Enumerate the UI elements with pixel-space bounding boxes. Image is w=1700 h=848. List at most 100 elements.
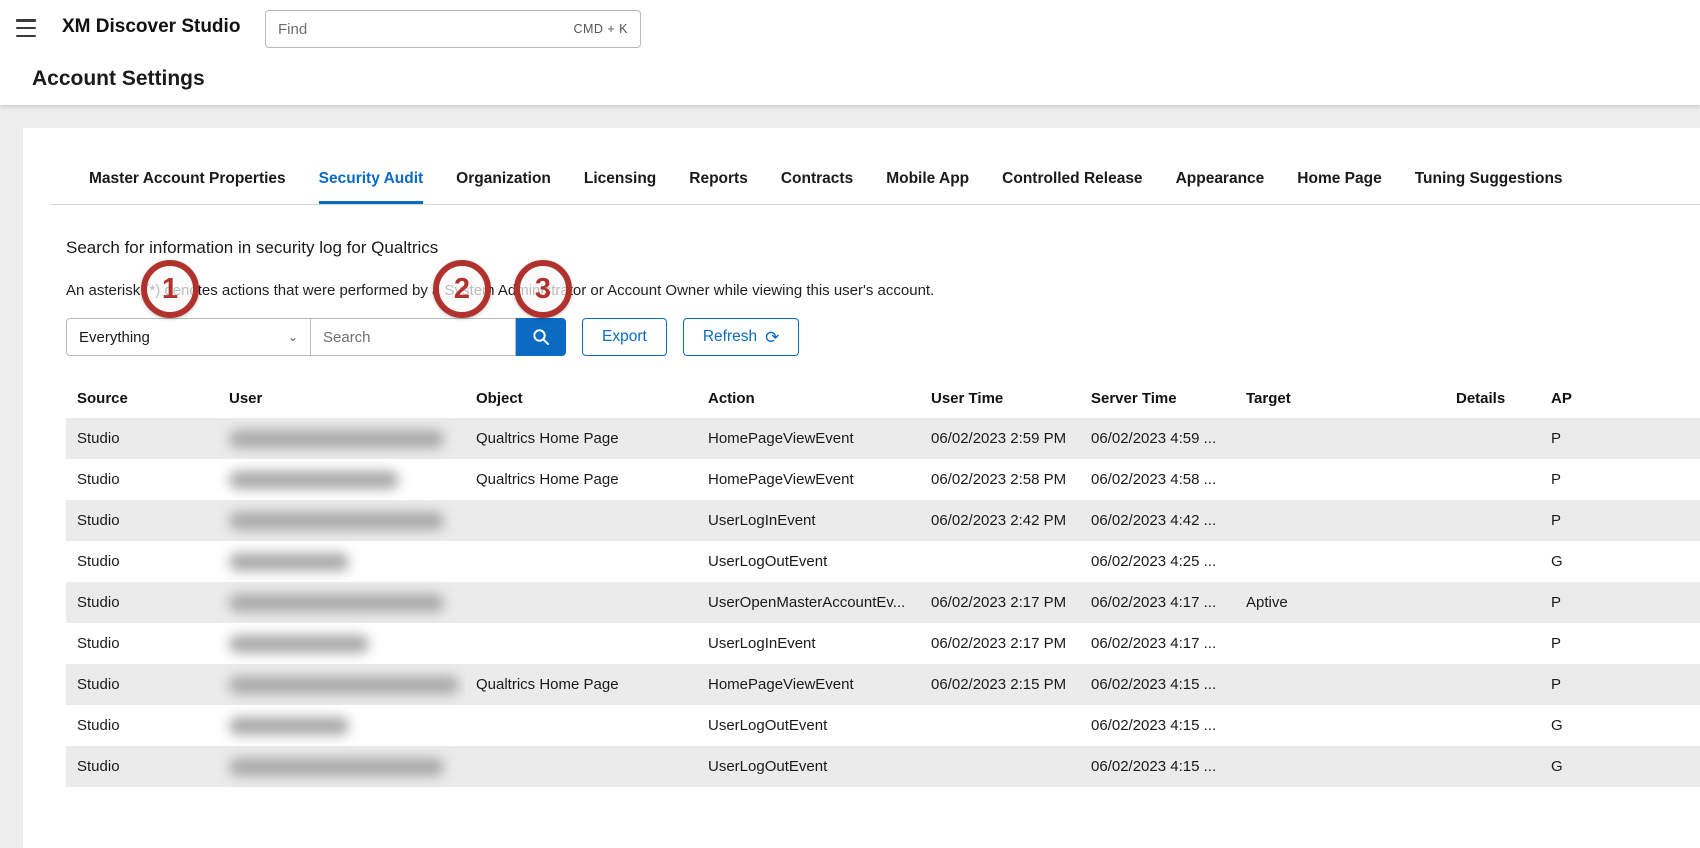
table-row: StudioUserLogOutEvent06/02/2023 4:15 ...… (66, 746, 1700, 787)
annotation-callout-3: 3 (514, 260, 572, 318)
hamburger-menu-icon[interactable] (16, 19, 36, 37)
redacted-user (229, 635, 369, 653)
refresh-icon: ⟳ (765, 329, 779, 346)
refresh-button-label: Refresh (703, 328, 757, 346)
cell-details (1445, 664, 1540, 705)
cell-server-time: 06/02/2023 4:15 ... (1080, 746, 1235, 787)
cell-target (1235, 746, 1445, 787)
cell-extra: G (1540, 705, 1700, 746)
cell-user-time: 06/02/2023 2:59 PM (920, 418, 1080, 459)
cell-details (1445, 705, 1540, 746)
section-note: An asterisk (*) denotes actions that wer… (66, 282, 1700, 299)
cell-source: Studio (66, 705, 218, 746)
cell-extra: G (1540, 541, 1700, 582)
redacted-user (229, 717, 349, 735)
tab-mobile-app[interactable]: Mobile App (886, 170, 969, 204)
export-button[interactable]: Export (582, 318, 667, 356)
tab-organization[interactable]: Organization (456, 170, 551, 204)
audit-table-body: StudioQualtrics Home PageHomePageViewEve… (66, 418, 1700, 787)
cell-server-time: 06/02/2023 4:25 ... (1080, 541, 1235, 582)
table-row: StudioQualtrics Home PageHomePageViewEve… (66, 459, 1700, 500)
global-find-box[interactable]: CMD + K (265, 10, 641, 48)
chevron-down-icon: ⌄ (288, 330, 298, 344)
cell-user (218, 582, 465, 623)
cell-user (218, 500, 465, 541)
cell-action: UserLogOutEvent (697, 541, 920, 582)
cell-user (218, 664, 465, 705)
redacted-user (229, 512, 444, 530)
cell-server-time: 06/02/2023 4:59 ... (1080, 418, 1235, 459)
cell-action: HomePageViewEvent (697, 664, 920, 705)
redacted-user (229, 553, 349, 571)
cell-extra: P (1540, 664, 1700, 705)
cell-object: Qualtrics Home Page (465, 459, 697, 500)
table-row: StudioUserLogInEvent06/02/2023 2:17 PM06… (66, 623, 1700, 664)
audit-table-head-row: SourceUserObjectActionUser TimeServer Ti… (66, 378, 1700, 418)
cell-object (465, 582, 697, 623)
tab-licensing[interactable]: Licensing (584, 170, 656, 204)
redacted-user (229, 430, 444, 448)
cell-source: Studio (66, 418, 218, 459)
cell-user-time (920, 746, 1080, 787)
tab-security-audit[interactable]: Security Audit (319, 170, 424, 204)
cell-target (1235, 418, 1445, 459)
annotation-callout-1: 1 (141, 260, 199, 318)
search-button[interactable] (516, 318, 566, 356)
cell-user (218, 541, 465, 582)
tab-appearance[interactable]: Appearance (1176, 170, 1265, 204)
cell-object (465, 746, 697, 787)
column-header-ap: AP (1540, 378, 1700, 418)
cell-object: Qualtrics Home Page (465, 664, 697, 705)
cell-source: Studio (66, 746, 218, 787)
tab-tuning-suggestions[interactable]: Tuning Suggestions (1415, 170, 1563, 204)
cell-object (465, 623, 697, 664)
tab-master-account-properties[interactable]: Master Account Properties (89, 170, 286, 204)
cell-user (218, 459, 465, 500)
search-input[interactable] (311, 318, 516, 356)
filter-row: Everything ⌄ Export Refresh ⟳ (66, 318, 1700, 356)
cell-source: Studio (66, 541, 218, 582)
cell-target (1235, 705, 1445, 746)
tab-reports[interactable]: Reports (689, 170, 748, 204)
cell-target (1235, 541, 1445, 582)
cell-server-time: 06/02/2023 4:17 ... (1080, 623, 1235, 664)
tab-bar: Master Account Properties Security Audit O… (50, 170, 1700, 205)
cell-target (1235, 500, 1445, 541)
table-row: StudioUserLogOutEvent06/02/2023 4:15 ...… (66, 705, 1700, 746)
find-input[interactable] (278, 21, 573, 38)
table-row: Studio UserLogOutEvent 06/02/2023 4:25 ...… (66, 541, 1700, 582)
cell-source: Studio (66, 664, 218, 705)
tab-contracts[interactable]: Contracts (781, 170, 853, 204)
column-header-object: Object (465, 378, 697, 418)
cell-server-time: 06/02/2023 4:15 ... (1080, 664, 1235, 705)
top-bar: XM Discover Studio CMD + K (0, 0, 1700, 57)
cell-user (218, 418, 465, 459)
cell-action: HomePageViewEvent (697, 459, 920, 500)
security-audit-table: SourceUserObjectActionUser TimeServer Ti… (66, 378, 1700, 787)
column-header-details: Details (1445, 378, 1540, 418)
cell-extra: P (1540, 459, 1700, 500)
find-shortcut-hint: CMD + K (573, 22, 628, 36)
cell-action: UserLogInEvent (697, 623, 920, 664)
tab-controlled-release[interactable]: Controlled Release (1002, 170, 1142, 204)
export-button-label: Export (602, 328, 647, 346)
scope-dropdown-value: Everything (79, 329, 150, 346)
refresh-button[interactable]: Refresh ⟳ (683, 318, 800, 356)
table-row: Studio Qualtrics Home PageHomePageViewEve… (66, 664, 1700, 705)
app-title: XM Discover Studio (62, 16, 240, 38)
screen: XM Discover Studio CMD + K Account Setti… (0, 0, 1700, 848)
redacted-user (229, 471, 399, 489)
cell-user (218, 623, 465, 664)
cell-user-time (920, 541, 1080, 582)
tab-home-page[interactable]: Home Page (1297, 170, 1381, 204)
cell-source: Studio (66, 623, 218, 664)
cell-source: Studio (66, 500, 218, 541)
cell-user-time: 06/02/2023 2:58 PM (920, 459, 1080, 500)
cell-user-time: 06/02/2023 2:17 PM (920, 582, 1080, 623)
annotation-callout-2: 2 (433, 260, 491, 318)
table-row: StudioQualtrics Home PageHomePageViewEve… (66, 418, 1700, 459)
cell-action: HomePageViewEvent (697, 418, 920, 459)
cell-extra: G (1540, 746, 1700, 787)
redacted-user (229, 676, 459, 694)
scope-dropdown[interactable]: Everything ⌄ (66, 318, 311, 356)
